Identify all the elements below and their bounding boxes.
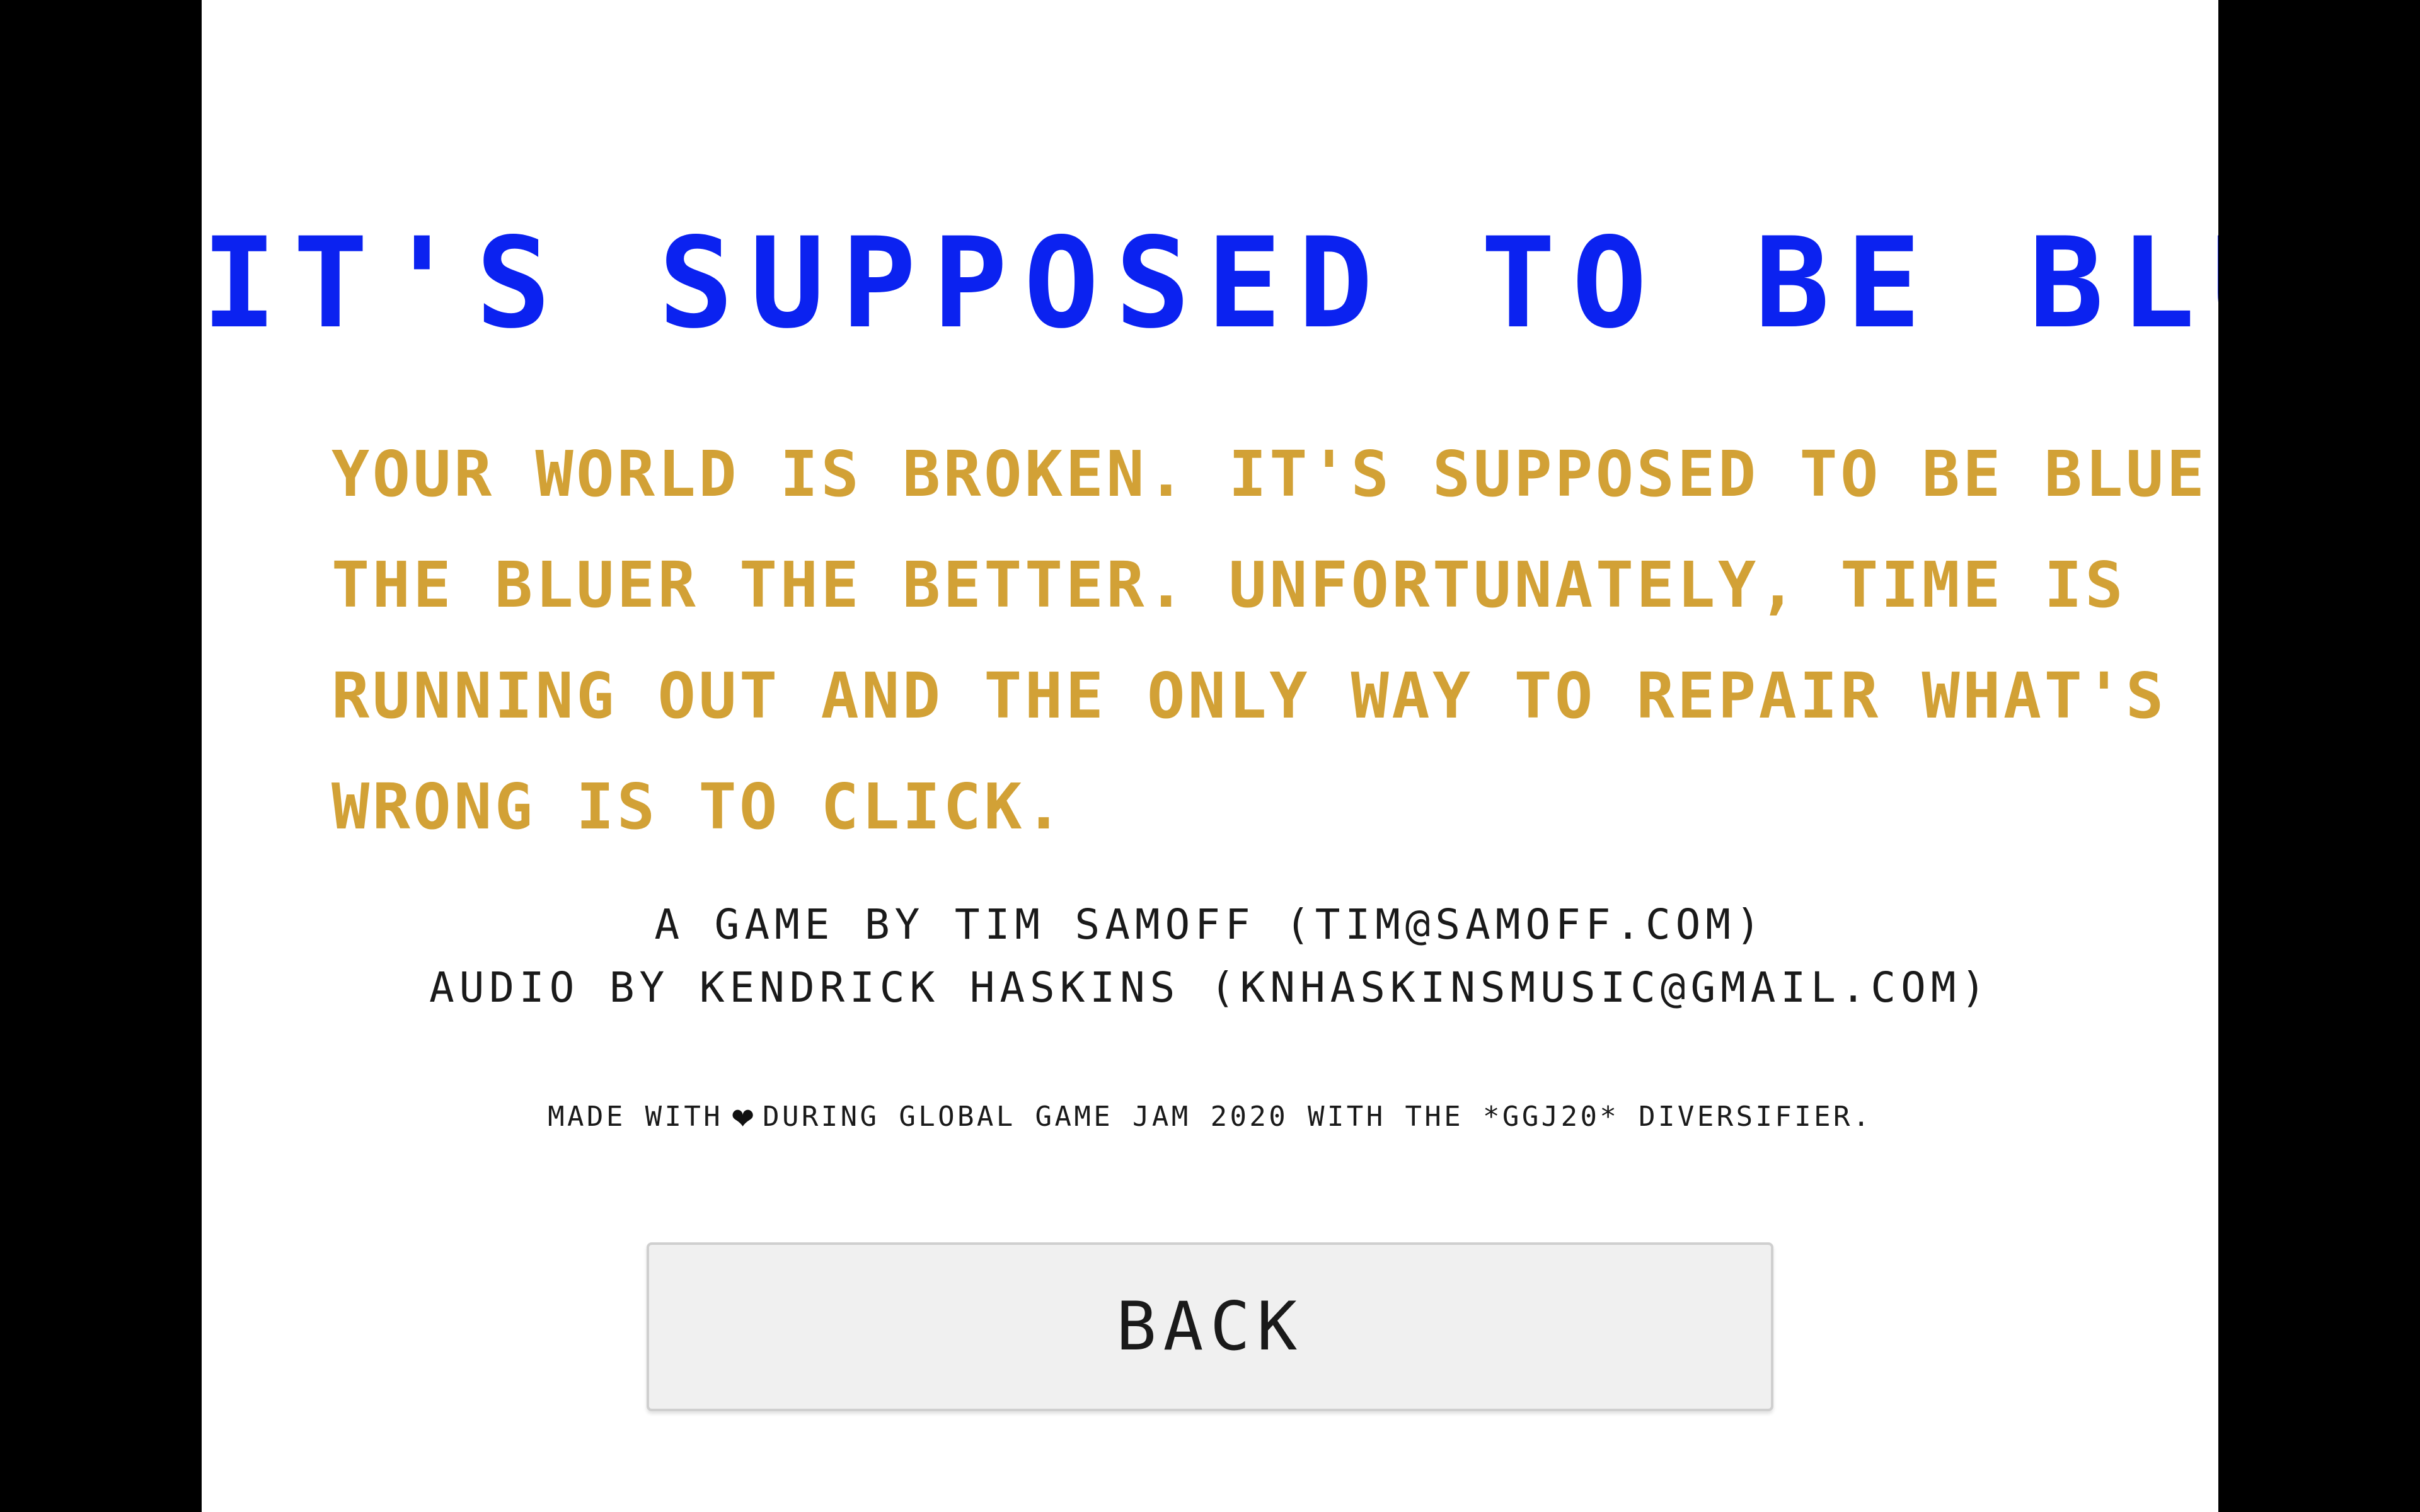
jam-note: MADE WITH ❤ DURING GLOBAL GAME JAM 2020 WI… bbox=[202, 1094, 2218, 1139]
story-line-3: RUNNING OUT AND THE ONLY WAY TO REPAIR W… bbox=[331, 659, 2167, 733]
credits: A GAME BY TIM SAMOFF (TIM@SAMOFF.COM) AU… bbox=[202, 893, 2218, 1019]
jam-note-prefix: MADE WITH bbox=[548, 1101, 723, 1133]
jam-note-suffix: DURING GLOBAL GAME JAM 2020 WITH THE *GG… bbox=[763, 1101, 1872, 1133]
credit-game-by: A GAME BY TIM SAMOFF (TIM@SAMOFF.COM) bbox=[654, 900, 1766, 949]
back-button-label: BACK bbox=[1116, 1288, 1304, 1365]
story-line-4: WRONG IS TO CLICK. bbox=[331, 770, 1066, 844]
story-line-2: THE BLUER THE BETTER. UNFORTUNATELY, TIM… bbox=[331, 548, 2126, 622]
game-title: IT'S SUPPOSED TO BE BLUE bbox=[202, 210, 2218, 356]
credit-audio-by: AUDIO BY KENDRICK HASKINS (KNHASKINSMUSI… bbox=[429, 963, 1991, 1012]
game-canvas[interactable]: IT'S SUPPOSED TO BE BLUE YOUR WORLD IS B… bbox=[202, 0, 2218, 1512]
story-text: YOUR WORLD IS BROKEN. IT'S SUPPOSED TO B… bbox=[331, 419, 2218, 862]
story-line-1: YOUR WORLD IS BROKEN. IT'S SUPPOSED TO B… bbox=[331, 437, 2218, 511]
back-button[interactable]: BACK bbox=[647, 1242, 1773, 1411]
heart-icon: ❤ bbox=[732, 1094, 754, 1137]
